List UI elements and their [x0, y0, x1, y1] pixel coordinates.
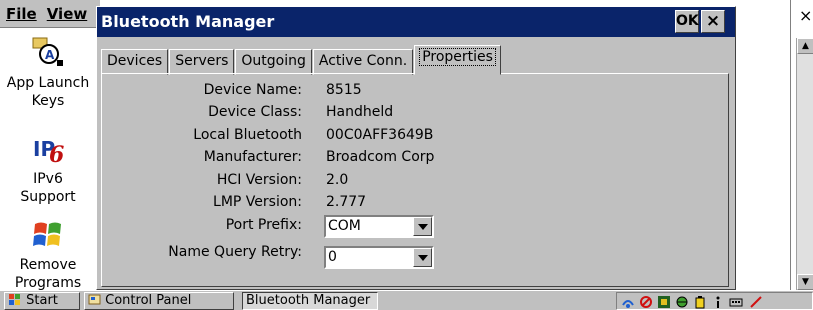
- bluetooth-manager-dialog: Bluetooth Manager OK × Devices Servers O…: [96, 6, 736, 290]
- ok-button[interactable]: OK: [675, 10, 699, 33]
- taskbar-item-bluetooth-manager[interactable]: Bluetooth Manager: [242, 292, 378, 310]
- svg-text:A: A: [45, 48, 55, 62]
- manufacturer-value: Broadcom Corp: [326, 149, 435, 165]
- pen-icon[interactable]: [749, 295, 763, 309]
- name-query-retry-chevron-down-icon[interactable]: [413, 248, 432, 267]
- control-panel-scrollbar[interactable]: ▲ ▼: [796, 38, 813, 290]
- network-icon[interactable]: [621, 295, 635, 309]
- lmp-version-label: LMP Version:: [213, 194, 302, 210]
- tab-servers-label: Servers: [175, 53, 229, 69]
- device-name-value: 8515: [326, 82, 362, 98]
- windows-flag-icon: [9, 294, 20, 305]
- start-button[interactable]: Start: [4, 292, 80, 310]
- app-launch-keys-icon: A: [31, 36, 65, 70]
- name-query-retry-value: 0: [328, 249, 337, 265]
- port-prefix-label: Port Prefix:: [225, 217, 302, 233]
- name-query-retry-label: Name Query Retry:: [168, 244, 302, 260]
- start-label: Start: [26, 293, 58, 308]
- control-panel-close-icon[interactable]: ×: [799, 6, 812, 25]
- menu-file[interactable]: File: [6, 5, 37, 23]
- port-prefix-select[interactable]: COM: [324, 215, 434, 238]
- title-bar[interactable]: Bluetooth Manager OK ×: [97, 7, 735, 37]
- local-bluetooth-label: Local Bluetooth: [193, 127, 302, 143]
- tab-active-conn-label: Active Conn.: [318, 53, 408, 69]
- tab-devices-label: Devices: [107, 53, 163, 69]
- tab-strip: Devices Servers Outgoing Active Conn. Pr…: [101, 45, 502, 75]
- tab-outgoing[interactable]: Outgoing: [235, 49, 312, 75]
- dialog-title: Bluetooth Manager: [101, 12, 275, 31]
- device-name-label: Device Name:: [203, 82, 302, 98]
- taskbar: Start Control Panel Bluetooth Manager: [0, 290, 813, 310]
- port-prefix-chevron-down-icon[interactable]: [413, 217, 432, 236]
- tab-servers[interactable]: Servers: [169, 49, 235, 75]
- tab-properties-label: Properties: [419, 48, 496, 66]
- control-panel-menubar: File View: [0, 0, 100, 28]
- info-icon[interactable]: [711, 295, 725, 309]
- keyboard-icon[interactable]: [729, 295, 743, 309]
- taskbar-item-control-panel-label: Control Panel: [105, 293, 192, 308]
- hci-version-value: 2.0: [326, 172, 349, 188]
- lmp-version-value: 2.777: [326, 194, 367, 210]
- tab-active-conn[interactable]: Active Conn.: [312, 49, 414, 75]
- name-query-retry-select[interactable]: 0: [324, 246, 434, 269]
- taskbar-item-control-panel[interactable]: Control Panel: [84, 292, 234, 310]
- properties-panel: Device Name: 8515 Device Class: Handheld…: [101, 73, 729, 287]
- port-prefix-value: COM: [328, 218, 361, 234]
- close-icon[interactable]: ×: [701, 10, 725, 33]
- tab-outgoing-label: Outgoing: [241, 53, 306, 69]
- app-launch-keys-item[interactable]: A App Launch Keys: [0, 36, 96, 110]
- system-tray: [616, 292, 813, 310]
- device-class-value: Handheld: [326, 104, 394, 120]
- device-class-label: Device Class:: [208, 104, 302, 120]
- manufacturer-label: Manufacturer:: [203, 149, 302, 165]
- tab-devices[interactable]: Devices: [101, 49, 169, 75]
- taskbar-item-bluetooth-manager-label: Bluetooth Manager: [246, 293, 371, 308]
- app-icon[interactable]: [657, 295, 671, 309]
- menu-view[interactable]: View: [47, 5, 88, 23]
- hci-version-label: HCI Version:: [216, 172, 302, 188]
- globe-icon[interactable]: [675, 295, 689, 309]
- battery-icon[interactable]: [693, 295, 707, 309]
- scroll-up-icon[interactable]: ▲: [797, 38, 813, 54]
- local-bluetooth-value: 00C0AFF3649B: [326, 127, 434, 143]
- control-panel-icon: [88, 294, 101, 305]
- no-signal-icon[interactable]: [639, 295, 653, 309]
- scroll-down-icon[interactable]: ▼: [797, 274, 813, 290]
- tab-properties[interactable]: Properties: [414, 45, 501, 75]
